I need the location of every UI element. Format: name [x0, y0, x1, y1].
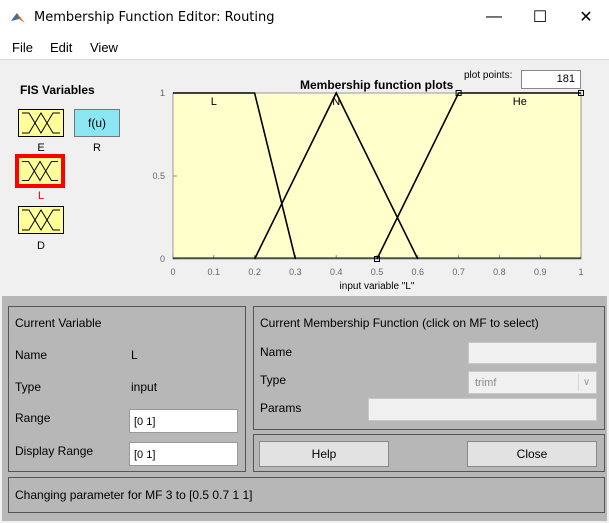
- plot-points-label: plot points:: [464, 70, 513, 81]
- variable-name-label: Name: [15, 348, 48, 362]
- input-variable-l-box[interactable]: [15, 154, 65, 188]
- close-window-button[interactable]: ✕: [563, 0, 609, 34]
- x-tick-label: 0.6: [412, 267, 425, 277]
- input-variable-d-label: D: [37, 240, 45, 252]
- mf-params-label: Params: [260, 401, 302, 415]
- y-tick-label: 1: [160, 88, 165, 98]
- help-button[interactable]: Help: [259, 441, 389, 467]
- x-tick-label: 0.9: [534, 267, 547, 277]
- membership-icon: [21, 160, 59, 182]
- menu-view[interactable]: View: [90, 40, 118, 55]
- x-tick-label: 0: [170, 267, 175, 277]
- display-range-input[interactable]: [0 1]: [129, 442, 238, 466]
- input-variable-e-box[interactable]: [18, 109, 64, 137]
- menu-file[interactable]: File: [12, 40, 33, 55]
- x-tick-label: 0.2: [248, 267, 261, 277]
- maximize-icon: ☐: [532, 9, 548, 26]
- matlab-icon: [11, 13, 25, 23]
- x-tick-label: 0.4: [330, 267, 343, 277]
- x-tick-label: 0.1: [208, 267, 221, 277]
- minimize-icon: —: [486, 8, 502, 25]
- display-range-label: Display Range: [15, 444, 94, 458]
- y-tick-label: 0.5: [152, 171, 165, 181]
- x-tick-label: 0.3: [289, 267, 302, 277]
- mf-type-label: Type: [260, 373, 287, 387]
- chevron-down-icon: ∨: [578, 374, 594, 391]
- menu-edit[interactable]: Edit: [50, 40, 72, 55]
- x-tick-label: 0.8: [493, 267, 506, 277]
- range-label: Range: [15, 411, 51, 425]
- variable-type-label: Type: [15, 380, 42, 394]
- membership-icon: [22, 209, 60, 231]
- mf-label-l: L: [211, 96, 217, 108]
- mf-label-n: N: [332, 96, 340, 108]
- maximize-button[interactable]: ☐: [517, 0, 563, 34]
- status-text: Changing parameter for MF 3 to [0.5 0.7 …: [15, 488, 253, 502]
- minimize-button[interactable]: —: [471, 0, 517, 34]
- membership-function-chart[interactable]: 0 0.1 0.2 0.3 0.4 0.5 0.6 0.7 0.8 0.9 1 0 0.5 1 input …: [140, 88, 600, 298]
- close-button[interactable]: Close: [467, 441, 597, 467]
- y-tick-label: 0: [160, 254, 165, 264]
- range-input[interactable]: [0 1]: [129, 409, 238, 433]
- output-variable-r-label: R: [93, 142, 101, 154]
- input-variable-e-label: E: [37, 142, 45, 154]
- x-tick-label: 1: [578, 267, 583, 277]
- x-tick-label: 0.5: [371, 267, 384, 277]
- variable-type-value: input: [131, 380, 158, 394]
- variable-name-value: L: [131, 348, 138, 362]
- input-variable-d-box[interactable]: [18, 206, 64, 234]
- fis-function-box[interactable]: f(u): [74, 109, 120, 137]
- mf-name-field[interactable]: [468, 342, 597, 364]
- current-variable-title: Current Variable: [15, 316, 102, 330]
- mf-type-select[interactable]: trimf ∨: [468, 371, 597, 394]
- membership-icon: [22, 112, 60, 134]
- input-variable-l-label: L: [37, 190, 45, 202]
- mf-label-he: He: [513, 96, 527, 108]
- mf-type-value: trimf: [475, 377, 497, 389]
- current-mf-title: Current Membership Function (click on MF…: [260, 316, 539, 330]
- x-axis-label: input variable "L": [340, 281, 415, 292]
- x-tick-label: 0.7: [452, 267, 465, 277]
- fis-variables-title: FIS Variables: [20, 83, 95, 97]
- window-title: Membership Function Editor: Routing: [34, 10, 275, 25]
- close-icon: ✕: [579, 9, 593, 26]
- mf-name-label: Name: [260, 345, 293, 359]
- mf-params-field[interactable]: [368, 398, 597, 421]
- plot-points-input[interactable]: 181: [521, 70, 581, 89]
